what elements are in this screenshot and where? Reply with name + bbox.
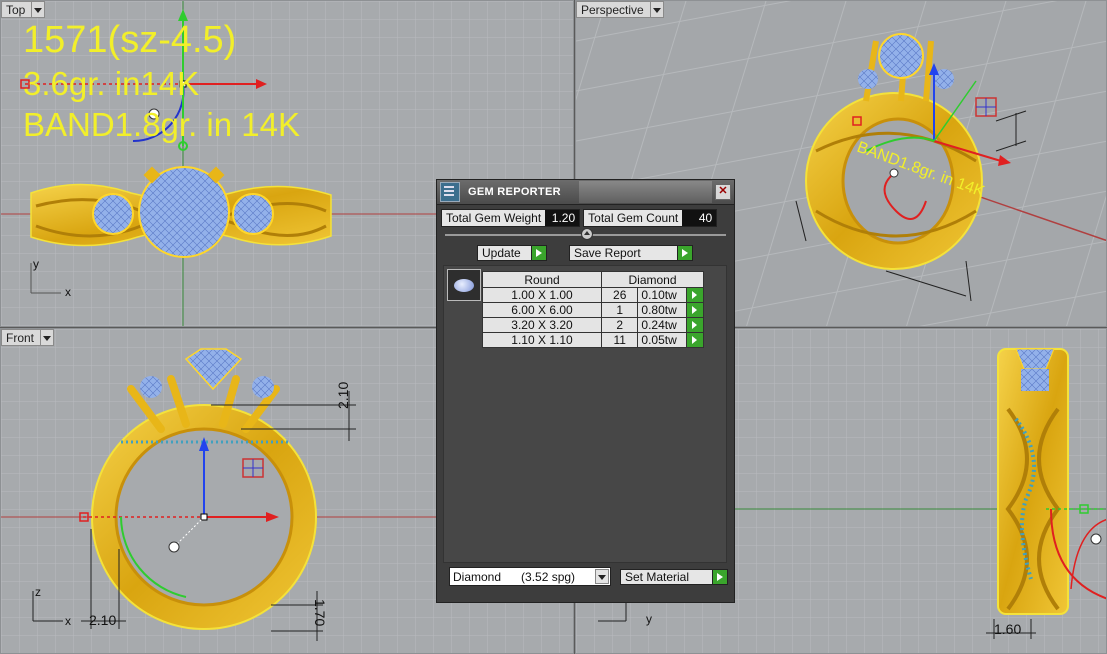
table-row[interactable]: 3.20 X 3.20 2 0.24tw xyxy=(482,317,704,333)
save-report-button[interactable]: Save Report xyxy=(569,245,693,261)
gem-size: 3.20 X 3.20 xyxy=(482,317,602,333)
chevron-down-icon[interactable] xyxy=(595,569,609,584)
material-select[interactable]: Diamond (3.52 spg) xyxy=(449,567,611,586)
collapse-toggle-icon[interactable] xyxy=(581,228,593,240)
gem-count: 2 xyxy=(600,317,639,333)
material-select-value: Diamond (3.52 spg) xyxy=(453,569,576,584)
dimension-left-label: 2.10 xyxy=(89,612,117,628)
panel-titlebar[interactable]: GEM REPORTER ✕ xyxy=(437,180,734,205)
total-gem-count-label: Total Gem Count xyxy=(588,211,679,225)
perspective-viewport-tab[interactable]: Perspective xyxy=(576,1,664,18)
gem-weight: 0.24tw xyxy=(637,317,688,333)
row-select-arrow-icon[interactable] xyxy=(686,317,704,333)
axis-y-label: y xyxy=(33,257,39,271)
round-gem-icon[interactable] xyxy=(447,269,481,301)
chevron-down-icon[interactable] xyxy=(32,1,46,18)
titlebar-drag-area[interactable] xyxy=(578,181,712,203)
table-row[interactable]: 1.10 X 1.10 11 0.05tw xyxy=(482,332,704,348)
row-select-arrow-icon[interactable] xyxy=(686,332,704,348)
save-report-button-label: Save Report xyxy=(574,246,641,260)
axis-x-label: x xyxy=(65,614,71,628)
total-gem-weight-label: Total Gem Weight xyxy=(446,211,542,225)
gem-table: Round Diamond 1.00 X 1.00 26 0.10tw 6.00… xyxy=(482,271,704,348)
band-weight-annotation: BAND1.8gr. in 14K xyxy=(23,106,300,143)
play-arrow-icon[interactable] xyxy=(531,246,546,260)
gem-count: 11 xyxy=(600,332,639,348)
model-number-annotation: 1571(sz-4.5) xyxy=(23,19,237,61)
gem-weight: 0.80tw xyxy=(637,302,688,318)
top-viewport-tab[interactable]: Top xyxy=(1,1,46,18)
dimension-bottom-label: 1.60 xyxy=(994,621,1022,637)
gem-report-icon xyxy=(440,182,460,202)
gem-size: 6.00 X 6.00 xyxy=(482,302,602,318)
row-select-arrow-icon[interactable] xyxy=(686,287,704,303)
gem-size: 1.10 X 1.10 xyxy=(482,332,602,348)
gem-count: 1 xyxy=(600,302,639,318)
gem-size: 1.00 X 1.00 xyxy=(482,287,602,303)
gem-count: 26 xyxy=(600,287,639,303)
gem-weight: 0.05tw xyxy=(637,332,688,348)
close-button[interactable]: ✕ xyxy=(715,184,731,200)
play-arrow-icon[interactable] xyxy=(677,246,692,260)
gem-reporter-panel[interactable]: GEM REPORTER ✕ Total Gem Weight 1.20 Tot… xyxy=(436,179,735,603)
table-row[interactable]: 1.00 X 1.00 26 0.10tw xyxy=(482,287,704,303)
set-material-button[interactable]: Set Material xyxy=(620,569,728,585)
column-header-material: Diamond xyxy=(601,271,704,288)
axis-z-label: z xyxy=(35,585,41,599)
update-button-label: Update xyxy=(482,246,521,260)
viewport-title[interactable]: Top xyxy=(1,1,33,18)
table-row[interactable]: 6.00 X 6.00 1 0.80tw xyxy=(482,302,704,318)
row-select-arrow-icon[interactable] xyxy=(686,302,704,318)
chevron-down-icon[interactable] xyxy=(41,329,55,346)
gem-weight: 0.10tw xyxy=(637,287,688,303)
chevron-down-icon[interactable] xyxy=(650,1,664,18)
total-gem-weight-value: 1.20 xyxy=(545,210,580,226)
dimension-right-label: 1.70 xyxy=(312,599,328,627)
gem-list-area: Round Diamond 1.00 X 1.00 26 0.10tw 6.00… xyxy=(443,265,727,563)
column-header-shape: Round xyxy=(482,271,602,288)
play-arrow-icon[interactable] xyxy=(712,570,727,584)
axis-x-label: x xyxy=(65,285,71,299)
weight-annotation: 3.6gr. in14K xyxy=(23,65,200,102)
panel-title: GEM REPORTER xyxy=(468,186,561,198)
total-gem-count-value: 40 xyxy=(682,210,717,226)
total-gem-weight-field: Total Gem Weight 1.20 xyxy=(441,209,581,227)
viewport-title[interactable]: Perspective xyxy=(576,1,651,18)
viewport-title[interactable]: Front xyxy=(1,329,42,346)
total-gem-count-field: Total Gem Count 40 xyxy=(583,209,718,227)
axis-y-label: y xyxy=(646,612,652,626)
front-viewport-tab[interactable]: Front xyxy=(1,329,55,346)
ring-side-view xyxy=(997,348,1069,615)
set-material-button-label: Set Material xyxy=(625,570,690,584)
update-button[interactable]: Update xyxy=(477,245,547,261)
dimension-top-label: 2.10 xyxy=(335,381,351,409)
